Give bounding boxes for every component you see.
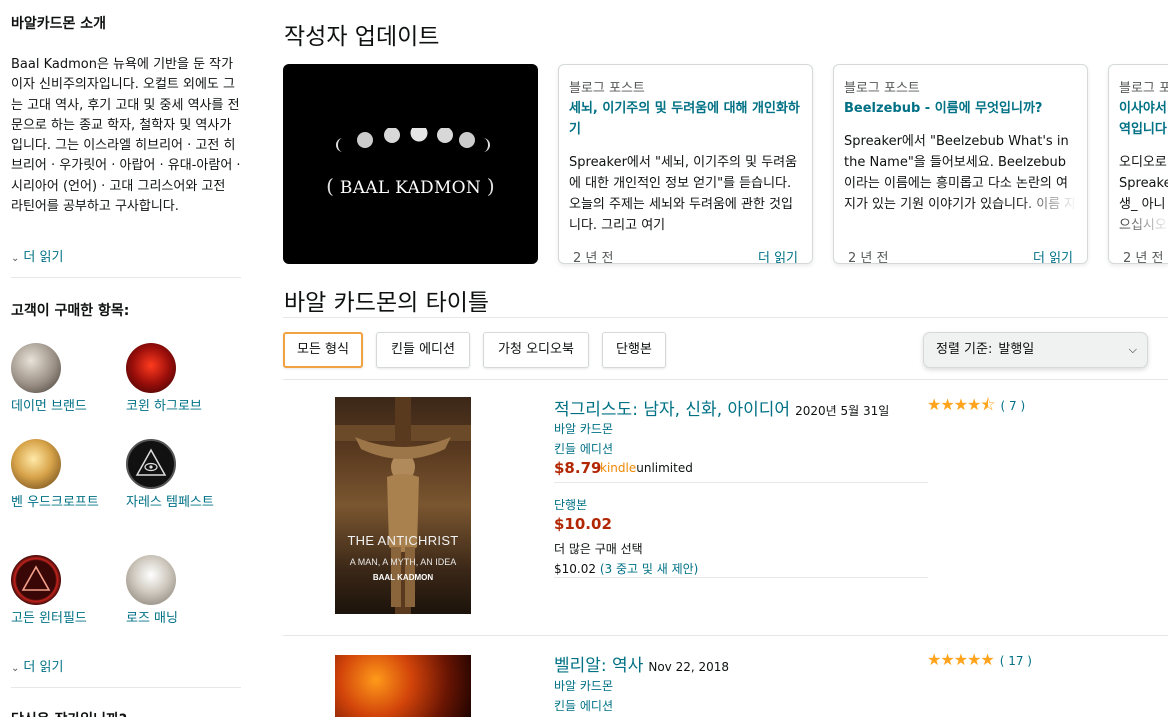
format-link[interactable]: 킨들 에디션 [554, 697, 613, 714]
about-heading: 바알카드몬 소개 [11, 16, 107, 32]
sort-label: 정렬 기준: [936, 342, 993, 357]
author-link[interactable]: 바알 카드몬 [554, 677, 613, 694]
chevron-down-icon: ⌄ [11, 253, 20, 264]
more-buying-choices: 더 많은 구매 선택 [554, 542, 643, 556]
post-title-link[interactable]: 이사야서 역입니다 [1119, 98, 1168, 140]
author-card-ben[interactable]: 벤 우드크로프트 [11, 439, 119, 513]
divider [11, 687, 241, 688]
divider [11, 277, 241, 278]
author-card-gordon[interactable]: 고든 윈터필드 [11, 555, 119, 629]
avatar[interactable] [126, 439, 176, 489]
divider [283, 317, 1168, 318]
divider [283, 379, 1168, 380]
divider [554, 482, 928, 483]
star-icons: ★★★★⯪ [927, 395, 996, 414]
review-count[interactable]: ( 17 ) [1000, 654, 1032, 668]
author-card-corwin[interactable]: 코윈 하그로브 [126, 343, 234, 417]
avatar[interactable] [126, 555, 176, 605]
about-text: Baal Kadmon은 뉴욕에 기반을 둔 작가이자 신비주의자입니다. 오컬… [11, 57, 241, 215]
cover-title: THE ANTICHRIST [347, 533, 459, 548]
read-more-link[interactable]: 더 읽기 [1033, 247, 1073, 263]
offers-link[interactable]: (3 중고 및 새 제안) [600, 562, 699, 576]
avatar[interactable] [11, 343, 61, 393]
kindle-price[interactable]: $8.79 [554, 459, 601, 477]
divider [283, 635, 1168, 636]
chevron-down-icon: ⌄ [11, 663, 20, 674]
author-name[interactable]: 자레스 템페스트 [126, 495, 214, 510]
triangle-seal-icon [21, 565, 51, 591]
author-name[interactable]: 로즈 매닝 [126, 611, 178, 626]
post-title-link[interactable]: 세뇌, 이기주의 및 두려움에 대해 개인화하기 [569, 98, 802, 140]
author-card-rose[interactable]: 로즈 매닝 [126, 555, 234, 629]
customers-heading: 고객이 구매한 항목: [11, 303, 130, 319]
sidebar: 바알카드몬 소개 Baal Kadmon은 뉴욕에 기반을 둔 작가이자 신비주… [0, 0, 252, 717]
chevron-down-icon: ⌵ [1128, 343, 1137, 356]
post-kind: 블로그 포 [1119, 81, 1168, 96]
format-all-button[interactable]: 모든 형식 [283, 332, 363, 368]
cover-author: BAAL KADMON [372, 573, 434, 582]
format-kindle-button[interactable]: 킨들 에디션 [376, 332, 470, 368]
author-brand-banner[interactable]: ( BAAL KADMON ) [283, 64, 538, 264]
titles-heading: 바알 카드몬의 타이틀 [284, 290, 490, 316]
book-title-link[interactable]: 벨리알: 역사 [554, 656, 643, 676]
offer-price: $10.02 [554, 562, 596, 576]
kindle-unlimited-badge: kindleunlimited [600, 461, 693, 475]
blog-post-card-partial[interactable]: 블로그 포 이사야서 역입니다 오디오로 Spreaker 생_ 아니 으십시오… [1108, 64, 1168, 264]
post-excerpt: Spreaker에서 "세뇌, 이기주의 및 두려움에 대한 개인적인 정보 얻… [569, 152, 802, 236]
avatar[interactable] [11, 439, 61, 489]
cover-subtitle: A MAN, A MYTH, AN IDEA [349, 557, 457, 567]
format-paperback-button[interactable]: 단행본 [602, 332, 666, 368]
read-more-customers[interactable]: ⌄ 더 읽기 [11, 656, 63, 675]
rating-stars[interactable]: ★★★★⯪ ( 7 ) [927, 394, 1025, 421]
read-more-label: 더 읽기 [23, 660, 64, 675]
format-link[interactable]: 킨들 에디션 [554, 440, 613, 457]
eye-triangle-icon [135, 448, 167, 476]
avatar[interactable] [126, 343, 176, 393]
publish-date: 2020년 5월 31일 [795, 404, 890, 418]
are-you-author-heading: 당신은 작가입니까? [11, 709, 127, 717]
sort-value: 발행일 [998, 342, 1035, 357]
paperback-price[interactable]: $10.02 [554, 515, 612, 533]
read-more-label: 더 읽기 [23, 250, 64, 265]
author-link[interactable]: 바알 카드몬 [554, 420, 613, 437]
post-age: 2 년 전 [1123, 251, 1164, 264]
author-name[interactable]: 코윈 하그로브 [126, 399, 202, 414]
read-more-link[interactable]: 더 읽기 [758, 247, 798, 263]
post-age: 2 년 전 [573, 251, 614, 264]
sort-dropdown[interactable]: 정렬 기준: 발행일 ⌵ [923, 332, 1148, 368]
book-cover[interactable]: THE ANTICHRIST A MAN, A MYTH, AN IDEA BA… [335, 397, 471, 614]
blog-post-card[interactable]: 블로그 포스트 Beelzebub - 이름에 무엇입니까? Spreaker에… [833, 64, 1088, 264]
read-more-about[interactable]: ⌄ 더 읽기 [11, 246, 63, 265]
post-excerpt: 오디오로 Spreaker 생_ 아니 으십시오 [1119, 152, 1168, 236]
brand-text: BAAL KADMON [339, 178, 482, 198]
book-title-row: 벨리알: 역사 Nov 22, 2018 [554, 651, 729, 676]
divider [554, 577, 928, 578]
author-card-jares[interactable]: 자레스 템페스트 [126, 439, 234, 513]
book-title-link[interactable]: 적그리스도: 남자, 신화, 아이디어 [554, 400, 790, 420]
author-name[interactable]: 고든 윈터필드 [11, 611, 87, 626]
publish-date: Nov 22, 2018 [648, 660, 730, 674]
author-card-damon[interactable]: 데이먼 브랜드 [11, 343, 119, 417]
avatar[interactable] [11, 555, 61, 605]
moon-phases-icon [336, 128, 490, 152]
offer-row: $10.02 (3 중고 및 새 제안) [554, 560, 698, 577]
updates-heading: 작성자 업데이트 [284, 24, 440, 50]
star-icons: ★★★★★ [927, 650, 995, 669]
post-kind: 블로그 포스트 [569, 81, 645, 96]
blog-post-card[interactable]: 블로그 포스트 세뇌, 이기주의 및 두려움에 대해 개인화하기 Spreake… [558, 64, 813, 264]
format-link[interactable]: 단행본 [554, 496, 587, 513]
post-title-link[interactable]: Beelzebub - 이름에 무엇입니까? [844, 98, 1077, 119]
post-kind: 블로그 포스트 [844, 81, 920, 96]
book-cover[interactable] [335, 655, 471, 717]
author-name[interactable]: 데이먼 브랜드 [11, 399, 87, 414]
post-age: 2 년 전 [848, 251, 889, 264]
rating-stars[interactable]: ★★★★★ ( 17 ) [927, 650, 1032, 669]
author-name[interactable]: 벤 우드크로프트 [11, 495, 99, 510]
review-count[interactable]: ( 7 ) [1001, 399, 1026, 413]
format-audiobook-button[interactable]: 가청 오디오북 [483, 332, 589, 368]
post-excerpt: Spreaker에서 "Beelzebub What's in the Name… [844, 131, 1077, 215]
book-title-row: 적그리스도: 남자, 신화, 아이디어 2020년 5월 31일 [554, 395, 889, 420]
